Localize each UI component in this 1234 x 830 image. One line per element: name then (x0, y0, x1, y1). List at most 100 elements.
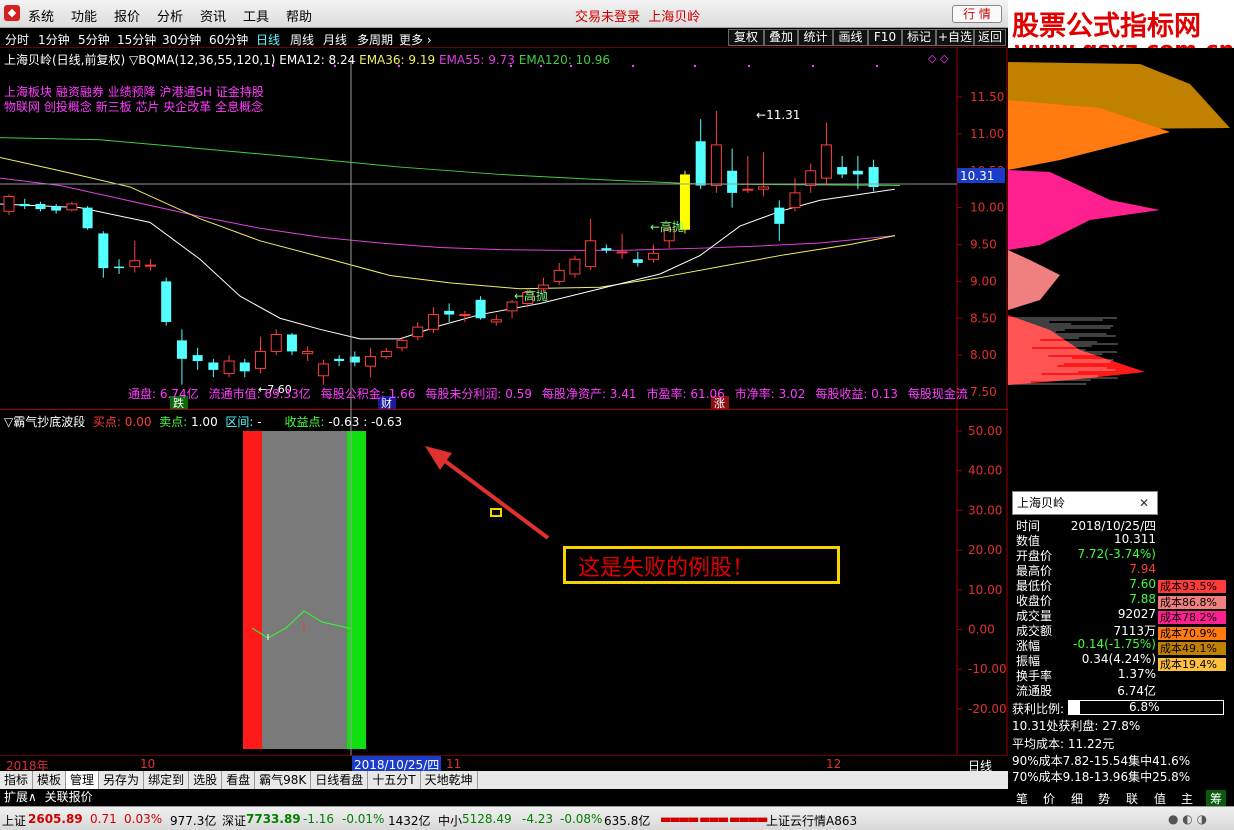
cost-bar: 成本70.9% (1158, 626, 1226, 640)
rtab-detail[interactable]: 细 (1071, 790, 1083, 807)
candle-body (51, 206, 62, 211)
tab-tiandi[interactable]: 天地乾坤 (421, 771, 478, 789)
tab-select[interactable]: 选股 (189, 771, 223, 789)
menu-analysis[interactable]: 分析 (157, 6, 183, 25)
login-status: 交易未登录 上海贝岭 (575, 10, 701, 25)
candle-body (380, 350, 392, 358)
popup-value: 7.60 (1129, 577, 1156, 591)
overlay-button[interactable]: 叠加 (764, 29, 798, 46)
tab-bind[interactable]: 绑定到 (144, 771, 190, 789)
candle-body (742, 188, 754, 191)
financial-info: 通盘: 6.74亿 流通市值: 69.33亿 每股公积金: 1.66 每股未分利润: … (128, 387, 968, 401)
add-watchlist-button[interactable]: +自选 (936, 29, 974, 46)
cost-bar: 成本78.2% (1158, 611, 1226, 624)
candle-body (255, 350, 267, 369)
indicator-chart[interactable]: 50.00 40.00 30.00 20.00 10.00 0.00 -10.00 -20.0… (0, 410, 1008, 755)
tab-indicator[interactable]: 指标 (0, 771, 34, 789)
candle-body (648, 252, 660, 260)
tab-manage[interactable]: 管理 (66, 771, 100, 789)
candle-body (427, 314, 439, 330)
candle-body (459, 314, 471, 317)
related-quote-button[interactable]: 关联报价 (45, 790, 93, 804)
menu-tools[interactable]: 工具 (243, 6, 269, 25)
adjust-button[interactable]: 复权 (728, 29, 764, 46)
tab-watch[interactable]: 看盘 (222, 771, 256, 789)
candle-body (129, 260, 141, 268)
menu-function[interactable]: 功能 (71, 6, 97, 25)
period-60min[interactable]: 60分钟 (209, 31, 248, 48)
candle-body (444, 310, 455, 315)
menu-news[interactable]: 资讯 (200, 6, 226, 25)
popup-value: 10.311 (1114, 532, 1156, 546)
candle-body (506, 301, 518, 312)
indicator-tick-label: -10.00 (968, 662, 1007, 676)
candle-body (553, 269, 565, 282)
candle-body (302, 350, 314, 355)
period-5min[interactable]: 5分钟 (78, 31, 110, 48)
close-icon[interactable]: ✕ (1139, 492, 1149, 514)
buy-zone-bar (243, 431, 262, 749)
candle-body (695, 141, 706, 186)
candle-body (98, 233, 109, 269)
back-button[interactable]: 返回 (974, 29, 1006, 46)
data-popup[interactable]: 上海贝岭 ✕ (1012, 491, 1158, 515)
menu-quote[interactable]: 报价 (114, 6, 140, 25)
candle-body (223, 360, 235, 375)
tab-template[interactable]: 模板 (33, 771, 67, 789)
rtab-link[interactable]: 联 (1126, 790, 1138, 807)
candle-body (837, 167, 848, 175)
tab-98k[interactable]: 霸气98K (255, 771, 312, 789)
popup-value: 7.72(-3.74%) (1077, 547, 1156, 561)
period-more[interactable]: 更多 › (399, 31, 432, 48)
period-multi[interactable]: 多周期 (357, 31, 393, 48)
indicator-tick-label: 40.00 (968, 464, 1002, 478)
candle-body (192, 355, 203, 362)
rtab-price[interactable]: 价 (1043, 790, 1055, 807)
rtab-value[interactable]: 值 (1154, 790, 1166, 807)
period-toolbar: 分时 1分钟 5分钟 15分钟 30分钟 60分钟 日线 周线 月线 多周期 更… (0, 28, 1008, 48)
date-axis: 2018年 10 2018/10/25/四 11 12 日线 (0, 755, 1008, 773)
rtab-bi[interactable]: 笔 (1016, 790, 1028, 807)
candle-body (632, 259, 643, 263)
candle-body (176, 340, 187, 359)
period-monthly[interactable]: 月线 (323, 31, 347, 48)
rtab-main[interactable]: 主 (1181, 790, 1193, 807)
period-1min[interactable]: 1分钟 (38, 31, 70, 48)
period-intraday[interactable]: 分时 (5, 31, 29, 48)
candle-body (601, 248, 612, 251)
candle-body (475, 299, 486, 319)
f10-button[interactable]: F10 (868, 29, 902, 46)
menu-help[interactable]: 帮助 (286, 6, 312, 25)
period-weekly[interactable]: 周线 (290, 31, 314, 48)
indicator-tabs: 指标 模板 管理 另存为 绑定到 选股 看盘 霸气98K 日线看盘 十五分T 天地乾坤 (0, 771, 1008, 789)
cost-bar: 成本93.5% (1158, 580, 1226, 593)
stats-button[interactable]: 统计 (798, 29, 833, 46)
diamond-icon: ◇ ◇ (928, 52, 949, 65)
market-bars-icon: ▬▬▬▬ ▬▬▬ ▬▬▬▬ (660, 812, 768, 826)
annotation-text: 这是失败的例股！ (578, 556, 755, 581)
sell-hint-2: ←高抛 (514, 288, 548, 303)
popup-value: 7.88 (1129, 592, 1156, 606)
candle-body (3, 196, 15, 212)
menu-system[interactable]: 系统 (28, 6, 54, 25)
draw-button[interactable]: 画线 (833, 29, 868, 46)
tab-daily-watch[interactable]: 日线看盘 (311, 771, 369, 789)
period-daily[interactable]: 日线 (256, 31, 280, 48)
candle-body (412, 326, 424, 338)
period-30min[interactable]: 30分钟 (162, 31, 201, 48)
candle-body (286, 334, 297, 352)
candle-body (334, 358, 345, 362)
indicator-tick-label: -20.00 (968, 702, 1007, 716)
tab-15t[interactable]: 十五分T (368, 771, 421, 789)
profit-ratio-bar: 6.8% (1068, 700, 1224, 715)
tab-save-as[interactable]: 另存为 (99, 771, 145, 789)
candle-body (365, 356, 377, 367)
rtab-trend[interactable]: 势 (1098, 790, 1110, 807)
mark-button[interactable]: 标记 (902, 29, 936, 46)
period-15min[interactable]: 15分钟 (117, 31, 156, 48)
quote-button[interactable]: 行 情 (952, 5, 1002, 23)
rtab-chips[interactable]: 筹 (1206, 790, 1227, 807)
sell-zone-bar (347, 431, 366, 749)
expand-button[interactable]: 扩展∧ (4, 790, 37, 804)
candle-body (19, 203, 30, 207)
